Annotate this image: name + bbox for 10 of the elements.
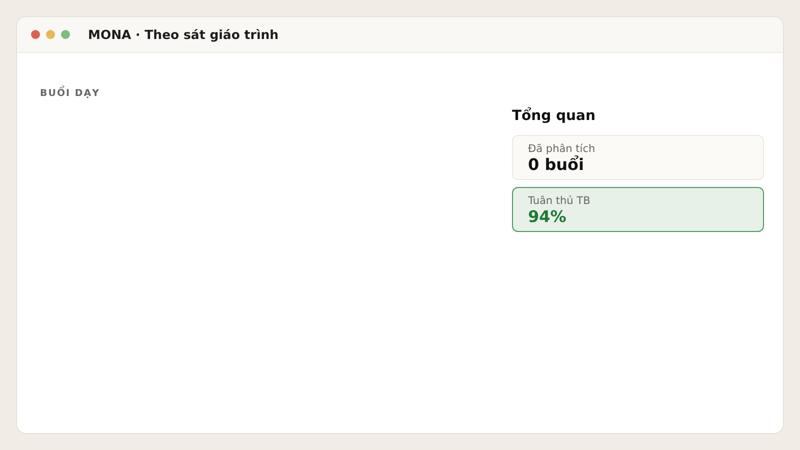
stat-label: Đã phân tích xyxy=(528,143,596,155)
maximize-button[interactable] xyxy=(61,30,70,39)
section-heading: BUỔI DẠY xyxy=(40,88,100,99)
close-button[interactable] xyxy=(31,30,40,39)
stat-value: 0 buổi xyxy=(528,155,586,174)
overview-heading: Tổng quan xyxy=(512,108,596,124)
window-title: MONA · Theo sát giáo trình xyxy=(88,27,279,42)
stat-label: Tuân thủ TB xyxy=(528,195,592,207)
stat-value: 94% xyxy=(528,207,568,226)
minimize-button[interactable] xyxy=(46,30,55,39)
